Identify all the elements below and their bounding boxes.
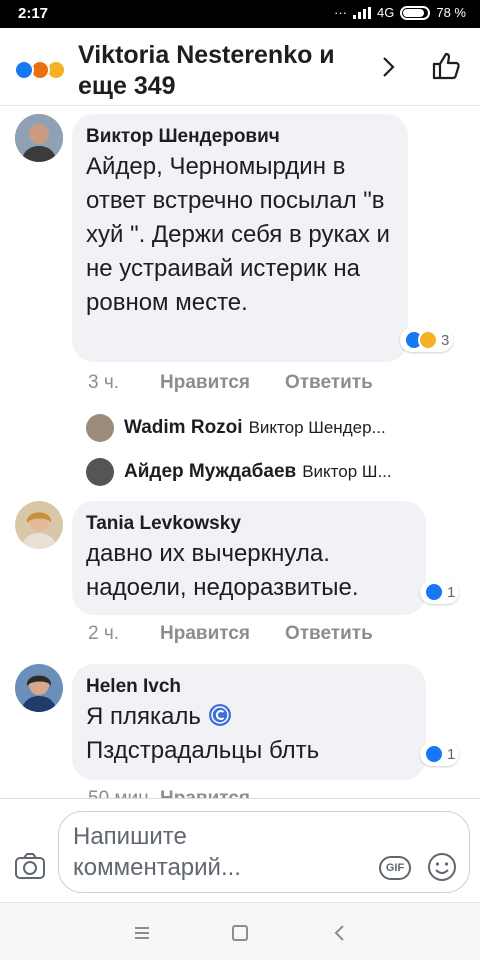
person-avatar-icon	[15, 664, 63, 712]
status-icons: ··· 4G 78 %	[334, 5, 466, 20]
comment-bubble[interactable]: Helen Ivch Я плякаль Пздстрадальцы блть	[72, 664, 426, 780]
status-bar: 2:17 ··· 4G 78 %	[0, 0, 480, 28]
menu-icon[interactable]	[132, 923, 152, 943]
reaction-badge[interactable]: 1	[420, 580, 460, 604]
like-reaction-icon	[424, 582, 444, 602]
reaction-count: 3	[441, 331, 450, 349]
reactors-title[interactable]: Viktoria Nesterenko и еще 349	[78, 40, 368, 102]
like-thumb-icon[interactable]	[430, 50, 462, 82]
reaction-icons	[14, 60, 78, 80]
status-time: 2:17	[18, 5, 49, 22]
comment-text-line: Я плякаль	[86, 703, 201, 730]
reply-text: Виктор Ш...	[302, 462, 392, 481]
more-dots-icon: ···	[334, 5, 348, 20]
reply-preview[interactable]: Айдер Муждабаев Виктор Ш...	[86, 458, 392, 486]
comment-input-placeholder: Напишите комментарий...	[73, 823, 241, 881]
avatar[interactable]	[15, 664, 63, 712]
reply-avatar	[86, 458, 114, 486]
reaction-count: 1	[447, 583, 456, 601]
reply-author: Айдер Муждабаев	[124, 461, 297, 482]
reaction-count: 1	[447, 745, 456, 763]
comment-time: 3 ч.	[88, 372, 120, 393]
like-reaction-icon	[14, 60, 34, 80]
network-type: 4G	[377, 5, 395, 20]
signal-icon	[353, 6, 372, 19]
like-reaction-icon	[424, 744, 444, 764]
comment-text-line: Пздстрадальцы блть	[86, 737, 320, 764]
comment-text: Айдер, Черномырдин в ответ встречно посы…	[86, 153, 390, 316]
gif-button[interactable]: GIF	[379, 856, 411, 880]
haha-reaction-icon	[418, 330, 438, 350]
reply-avatar	[86, 414, 114, 442]
avatar[interactable]	[15, 501, 63, 549]
like-button[interactable]: Нравится	[160, 623, 250, 645]
reply-button[interactable]: Ответить	[285, 372, 373, 394]
comment-text: Я плякаль Пздстрадальцы блть	[86, 700, 412, 768]
battery-icon	[400, 5, 431, 20]
camera-icon[interactable]	[14, 851, 46, 881]
system-nav-bar	[0, 902, 480, 960]
home-square-icon[interactable]	[230, 923, 250, 943]
reply-button[interactable]: Ответить	[285, 623, 373, 645]
comment-actions: 2 ч. Нравится Ответить	[88, 623, 408, 645]
comment-text: давно их вычеркнула. надоели, недоразвит…	[86, 540, 359, 601]
comment-bubble[interactable]: Виктор Шендерович Айдер, Черномырдин в о…	[72, 114, 408, 362]
back-icon[interactable]	[330, 923, 350, 943]
reaction-badge[interactable]: 1	[420, 742, 460, 766]
comment-author[interactable]: Виктор Шендерович	[86, 124, 394, 150]
comment-input[interactable]: Напишите комментарий... GIF	[58, 811, 470, 893]
chevron-right-icon[interactable]	[376, 55, 400, 79]
comment-actions: 3 ч. Нравится Ответить	[88, 372, 408, 394]
avatar[interactable]	[15, 114, 63, 162]
reply-text: Виктор Шендер...	[248, 418, 386, 437]
battery-level: 78 %	[436, 5, 466, 20]
comment-bubble[interactable]: Tania Levkowsky давно их вычеркнула. над…	[72, 501, 426, 615]
reaction-badge[interactable]: 3	[400, 328, 454, 352]
emoji-icon[interactable]	[427, 852, 457, 882]
reply-author: Wadim Rozoi	[124, 417, 243, 438]
like-button[interactable]: Нравится	[160, 372, 250, 394]
person-avatar-icon	[15, 501, 63, 549]
copyright-emoji-icon	[208, 704, 231, 726]
comment-author[interactable]: Tania Levkowsky	[86, 511, 412, 537]
person-avatar-icon	[15, 114, 63, 162]
reply-preview[interactable]: Wadim Rozoi Виктор Шендер...	[86, 414, 386, 442]
comment-author[interactable]: Helen Ivch	[86, 674, 412, 700]
reactions-header[interactable]: Viktoria Nesterenko и еще 349	[0, 28, 480, 106]
comment-composer: Напишите комментарий... GIF	[0, 798, 480, 902]
comment-time: 2 ч.	[88, 623, 120, 644]
